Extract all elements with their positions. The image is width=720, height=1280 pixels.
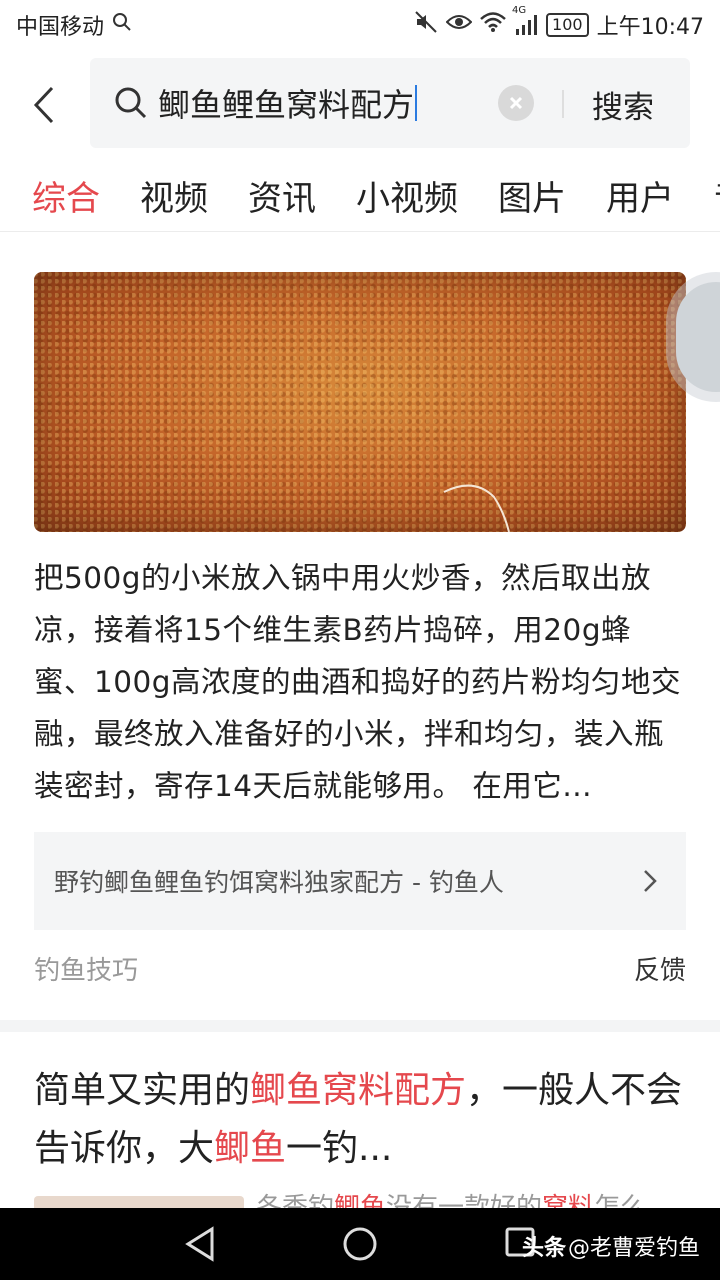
tab-comprehensive[interactable]: 综合 [0, 171, 120, 220]
nav-back-button[interactable] [184, 1226, 216, 1266]
search-button[interactable]: 搜索 [592, 82, 654, 127]
category-tag[interactable]: 钓鱼技巧 [34, 950, 138, 987]
headline-part: 一钓... [286, 1128, 393, 1169]
text-caret [415, 85, 418, 121]
tab-images[interactable]: 图片 [478, 171, 586, 220]
search-divider [562, 90, 564, 118]
thread-decoration [443, 484, 510, 532]
mute-icon [414, 10, 438, 40]
watermark: 头条 @老曹爱钓鱼 [522, 1230, 700, 1262]
result2-headline[interactable]: 简单又实用的鲫鱼窝料配方，一般人不会告诉你，大鲫鱼一钓... [34, 1062, 694, 1178]
watermark-handle: @老曹爱钓鱼 [567, 1236, 700, 1261]
search-input[interactable]: 鲫鱼鲤鱼窝料配方 [158, 80, 414, 126]
result-snippet[interactable]: 把500g的小米放入锅中用火炒香，然后取出放凉，接着将15个维生素B药片捣碎，用… [34, 552, 686, 812]
result-image[interactable] [34, 272, 686, 532]
tab-users[interactable]: 用户 [586, 171, 694, 220]
tab-news[interactable]: 资讯 [228, 171, 336, 220]
cell-signal-icon: 4G [512, 5, 538, 35]
chevron-left-icon [33, 86, 54, 124]
wifi-icon [480, 11, 506, 39]
network-type-label: 4G [512, 5, 527, 16]
nav-home-button[interactable] [342, 1226, 378, 1266]
triangle-back-icon [185, 1226, 214, 1262]
search-box[interactable]: 鲫鱼鲤鱼窝料配方 搜索 [90, 58, 690, 148]
source-link[interactable]: 野钓鲫鱼鲤鱼钓饵窝料独家配方 - 钓鱼人 [34, 832, 686, 930]
feedback-button[interactable]: 反馈 [634, 950, 686, 987]
circle-home-icon [343, 1227, 377, 1261]
headline-part: 简单又实用的 [34, 1070, 251, 1111]
battery-indicator: 100 [546, 13, 589, 37]
status-bar: 中国移动 4G 100 上午10:47 [0, 0, 720, 50]
headline-highlight: 鲫鱼窝料配方 [250, 1070, 467, 1111]
tab-video[interactable]: 视频 [120, 171, 228, 220]
watermark-brand: 头条 [521, 1236, 566, 1261]
tab-music[interactable]: 音 [694, 171, 720, 220]
clock-label: 上午10:47 [596, 15, 704, 40]
category-tabs: 综合 视频 资讯 小视频 图片 用户 音 [0, 160, 720, 230]
clear-search-button[interactable] [498, 85, 534, 121]
section-separator [0, 1020, 720, 1032]
image-vignette [34, 272, 686, 532]
headline-highlight: 鲫鱼 [214, 1128, 287, 1169]
carrier-label: 中国移动 [16, 15, 105, 40]
result-meta: 钓鱼技巧 反馈 [34, 950, 686, 987]
back-button[interactable] [0, 50, 88, 160]
source-title: 野钓鲫鱼鲤鱼钓饵窝料独家配方 - 钓鱼人 [54, 868, 504, 897]
search-icon [114, 86, 148, 120]
search-small-icon [112, 12, 132, 38]
close-icon [509, 96, 523, 110]
eye-icon [445, 12, 473, 38]
chevron-right-icon [644, 870, 657, 892]
search-header: 鲫鱼鲤鱼窝料配方 搜索 [0, 50, 720, 160]
tabs-divider [0, 231, 720, 232]
tab-short-video[interactable]: 小视频 [336, 171, 478, 220]
